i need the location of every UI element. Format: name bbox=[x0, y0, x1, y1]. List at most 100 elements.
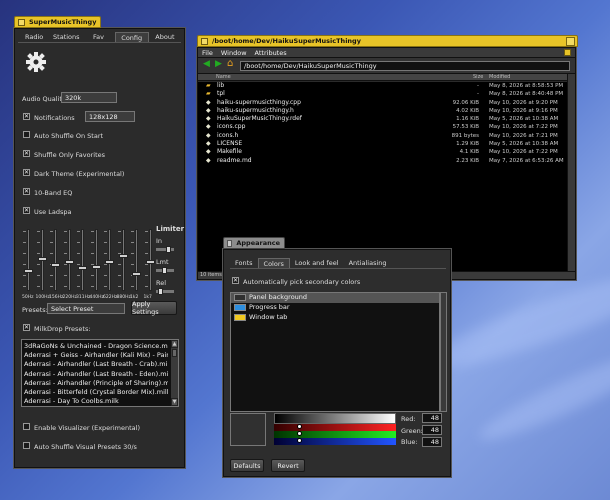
close-icon[interactable] bbox=[227, 239, 233, 247]
eq-slider-knob[interactable] bbox=[91, 264, 101, 269]
menu-window[interactable]: Window bbox=[221, 49, 247, 57]
path-field[interactable]: /boot/home/Dev/HaikuSuperMusicThingy bbox=[240, 61, 570, 71]
eq-slider-track[interactable] bbox=[132, 229, 141, 291]
notifications-size-select[interactable]: 128x128 bbox=[85, 111, 135, 122]
milkdrop-checkbox[interactable]: ✕ bbox=[23, 324, 30, 331]
milkdrop-list-item[interactable]: 3dRaGoNs & Unchained - Dragon Science.mi… bbox=[24, 342, 168, 351]
column-name-header[interactable]: Name bbox=[216, 74, 231, 80]
file-row[interactable]: ◆ icons.cpp 57.53 KiB May 10, 2026 at 7:22 … bbox=[198, 123, 567, 131]
music-app-title-tab[interactable]: SuperMusicThingy bbox=[14, 16, 102, 28]
option-checkbox[interactable] bbox=[23, 131, 30, 138]
tab-fav[interactable]: Fav bbox=[82, 32, 114, 42]
eq-slider-track[interactable] bbox=[24, 229, 33, 291]
defaults-button[interactable]: Defaults bbox=[230, 459, 264, 472]
menu-attributes[interactable]: Attributes bbox=[255, 49, 287, 57]
red-channel-bar[interactable] bbox=[274, 424, 396, 431]
blue-slider-knob[interactable] bbox=[297, 438, 302, 443]
tab-colors[interactable]: Colors bbox=[257, 258, 290, 268]
menu-file[interactable]: File bbox=[202, 49, 213, 57]
presets-select[interactable]: Select Preset bbox=[47, 303, 125, 314]
eq-slider-track[interactable] bbox=[78, 229, 87, 291]
color-list-item[interactable]: Panel background bbox=[231, 293, 439, 303]
forward-arrow-icon[interactable]: ▶ bbox=[215, 59, 222, 69]
milkdrop-scrollbar[interactable]: ▲ ▼ bbox=[170, 340, 178, 406]
tracker-scrollbar[interactable] bbox=[567, 74, 575, 271]
audio-quality-select[interactable]: 320k bbox=[61, 92, 117, 103]
home-icon[interactable]: ⌂ bbox=[227, 58, 233, 69]
eq-slider-knob[interactable] bbox=[78, 266, 87, 270]
back-arrow-icon[interactable]: ◀ bbox=[203, 59, 210, 69]
eq-slider-knob[interactable] bbox=[24, 269, 33, 273]
color-list-item[interactable]: Progress bar bbox=[231, 303, 439, 313]
option-checkbox[interactable]: ✕ bbox=[23, 150, 30, 157]
green-value-field[interactable]: 48 bbox=[422, 425, 442, 435]
scroll-up-arrow-icon[interactable]: ▲ bbox=[171, 340, 178, 348]
eq-slider-track[interactable] bbox=[37, 229, 47, 291]
tab-stations[interactable]: Stations bbox=[50, 32, 82, 42]
red-slider-knob[interactable] bbox=[297, 424, 302, 429]
file-row[interactable]: ◆ haiku-supermusicthingy.cpp 92.06 KiB May … bbox=[198, 99, 567, 107]
file-row[interactable]: ◆ LICENSE 1.29 KiB May 5, 2026 at 10:38 AM bbox=[198, 140, 567, 148]
green-channel-bar[interactable] bbox=[274, 431, 396, 438]
eq-slider-track[interactable] bbox=[105, 229, 114, 291]
option-checkbox[interactable]: ✕ bbox=[23, 188, 30, 195]
red-value-field[interactable]: 48 bbox=[422, 413, 442, 423]
tab-antialiasing[interactable]: Antialiasing bbox=[344, 258, 392, 268]
file-row[interactable]: ◆ icons.h 891 bytes May 10, 2026 at 7:21 PM bbox=[198, 132, 567, 140]
auto-pick-checkbox[interactable]: ✕ bbox=[232, 277, 239, 284]
green-slider-knob[interactable] bbox=[297, 431, 302, 436]
scrollbar-thumb[interactable] bbox=[172, 349, 177, 357]
eq-slider-track[interactable] bbox=[145, 229, 155, 291]
notifications-checkbox[interactable]: ✕ bbox=[23, 113, 30, 120]
tracker-title-tab[interactable]: /boot/home/Dev/HaikuSuperMusicThingy bbox=[197, 35, 578, 47]
color-list-scrollbar[interactable] bbox=[440, 292, 447, 412]
eq-slider-track[interactable] bbox=[91, 229, 101, 291]
limiter-in-slider[interactable] bbox=[156, 246, 174, 253]
eq-slider-track[interactable] bbox=[64, 229, 74, 291]
eq-slider-knob[interactable] bbox=[145, 260, 155, 264]
limiter-lmt-slider[interactable] bbox=[156, 267, 174, 274]
column-modified-header[interactable]: Modified bbox=[489, 74, 510, 80]
zoom-icon[interactable] bbox=[566, 37, 575, 46]
revert-button[interactable]: Revert bbox=[271, 459, 305, 472]
eq-slider-knob[interactable] bbox=[37, 257, 47, 261]
close-icon[interactable] bbox=[18, 18, 25, 26]
eq-slider-knob[interactable] bbox=[132, 272, 141, 276]
limiter-rel-slider[interactable] bbox=[156, 288, 174, 295]
file-row[interactable]: ▰ lib - May 8, 2026 at 8:58:53 PM bbox=[198, 82, 567, 90]
enable-visualizer-checkbox[interactable] bbox=[23, 423, 30, 430]
option-checkbox[interactable]: ✕ bbox=[23, 169, 30, 176]
milkdrop-list-item[interactable]: Aderrasi - Airhandler (Last Breath - Ede… bbox=[24, 370, 168, 379]
tab-radio[interactable]: Radio bbox=[18, 32, 50, 42]
file-row[interactable]: ▰ tpl - May 8, 2026 at 8:40:48 PM bbox=[198, 90, 567, 98]
tab-config[interactable]: Config bbox=[114, 32, 149, 42]
scroll-down-arrow-icon[interactable]: ▼ bbox=[171, 398, 178, 406]
file-row[interactable]: ◆ Makefile 4.1 KiB May 10, 2026 at 7:22 PM bbox=[198, 148, 567, 156]
eq-slider-knob[interactable] bbox=[51, 263, 60, 267]
milkdrop-list-item[interactable]: Aderrasi - Bitterfeld (Crystal Border Mi… bbox=[24, 388, 168, 397]
color-item-list[interactable]: Panel background Progress bar Window tab bbox=[230, 292, 440, 412]
option-checkbox[interactable]: ✕ bbox=[23, 207, 30, 214]
milkdrop-list-item[interactable]: Aderrasi + Geiss - Airhandler (Kali Mix)… bbox=[24, 351, 168, 360]
blue-channel-bar[interactable] bbox=[274, 438, 396, 445]
file-row[interactable]: ◆ HaikuSuperMusicThingy.rdef 1.16 KiB May 5… bbox=[198, 115, 567, 123]
milkdrop-list[interactable]: 3dRaGoNs & Unchained - Dragon Science.mi… bbox=[21, 339, 179, 407]
milkdrop-list-item[interactable]: Aderrasi - Airhandler (Principle of Shar… bbox=[24, 379, 168, 388]
close-icon[interactable] bbox=[201, 37, 208, 45]
red-gradient-slider[interactable] bbox=[274, 413, 396, 424]
milkdrop-list-item[interactable]: Aderrasi - Airhandler (Last Breath - Cra… bbox=[24, 360, 168, 369]
eq-slider-knob[interactable] bbox=[118, 254, 128, 258]
milkdrop-list-item[interactable]: Aderrasi - Day To Coolbs.milk bbox=[24, 397, 168, 406]
color-list-item[interactable]: Window tab bbox=[231, 313, 439, 323]
blue-value-field[interactable]: 48 bbox=[422, 437, 442, 447]
tab-fonts[interactable]: Fonts bbox=[230, 258, 258, 268]
auto-shuffle-visual-checkbox[interactable] bbox=[23, 442, 30, 449]
file-row[interactable]: ◆ readme.md 2.23 KiB May 7, 2026 at 6:53:26… bbox=[198, 157, 567, 165]
tab-about[interactable]: About bbox=[149, 32, 181, 42]
file-row[interactable]: ◆ haiku-supermusicthingy.h 4.02 KiB May 10,… bbox=[198, 107, 567, 115]
eq-slider-track[interactable] bbox=[118, 229, 128, 291]
appearance-title-tab[interactable]: Appearance bbox=[223, 237, 285, 249]
eq-slider-knob[interactable] bbox=[64, 260, 74, 264]
tab-look-and-feel[interactable]: Look and feel bbox=[290, 258, 344, 268]
tracker-menu-icon[interactable] bbox=[564, 49, 571, 56]
